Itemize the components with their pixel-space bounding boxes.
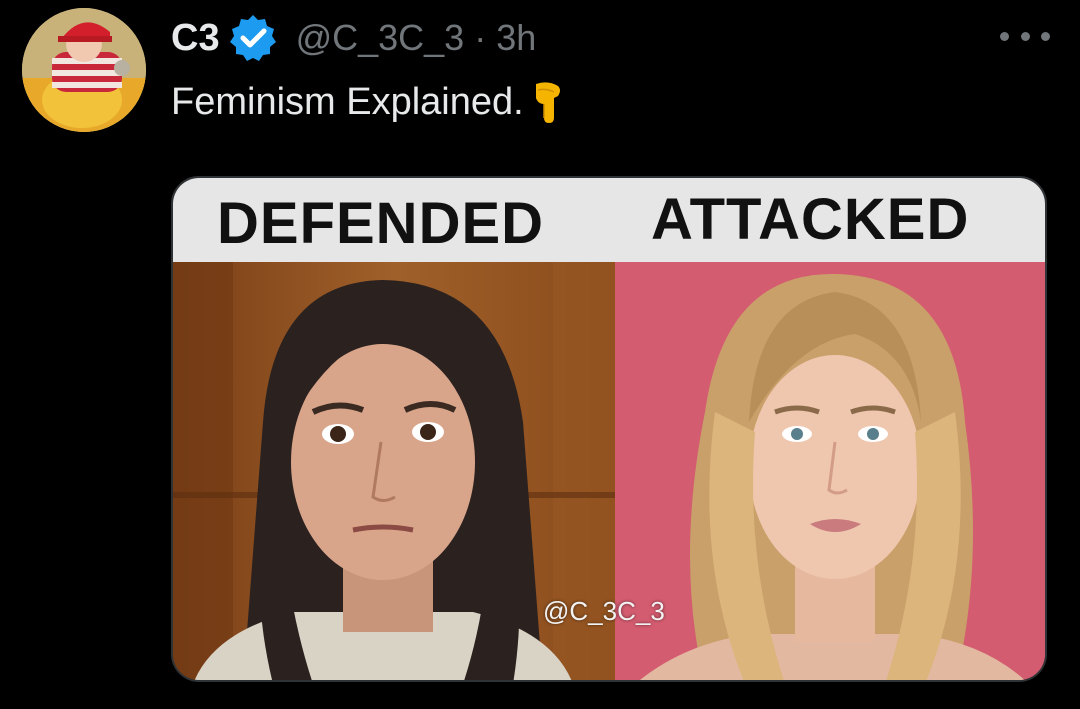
display-name[interactable]: C3 (171, 17, 220, 60)
tweet[interactable]: C3 @C_3C_3 · 3h Feminism Explained. DEFE… (0, 0, 1080, 709)
verified-badge-icon[interactable] (228, 13, 278, 63)
tweet-text: Feminism Explained. (171, 80, 564, 124)
more-dot (1020, 31, 1030, 41)
timestamp[interactable]: 3h (496, 17, 536, 59)
handle[interactable]: @C_3C_3 (296, 17, 465, 59)
separator-dot: · (474, 17, 487, 58)
label-attacked: ATTACKED (651, 187, 970, 252)
image-watermark: @C_3C_3 (543, 596, 665, 626)
label-defended: DEFENDED (217, 191, 545, 256)
tweet-media[interactable]: DEFENDED ATTACKED @C_3C_3 (171, 176, 1047, 682)
pointing-down-emoji-icon (532, 80, 564, 124)
tweet-header: C3 @C_3C_3 · 3h (171, 14, 536, 62)
more-dot (1041, 31, 1050, 41)
more-dot (1000, 31, 1009, 41)
tweet-body: Feminism Explained. (171, 80, 524, 123)
media-banner: DEFENDED ATTACKED (173, 178, 1045, 262)
right-photo (615, 262, 1045, 680)
avatar[interactable] (22, 8, 146, 132)
more-options-icon[interactable] (1000, 24, 1050, 48)
